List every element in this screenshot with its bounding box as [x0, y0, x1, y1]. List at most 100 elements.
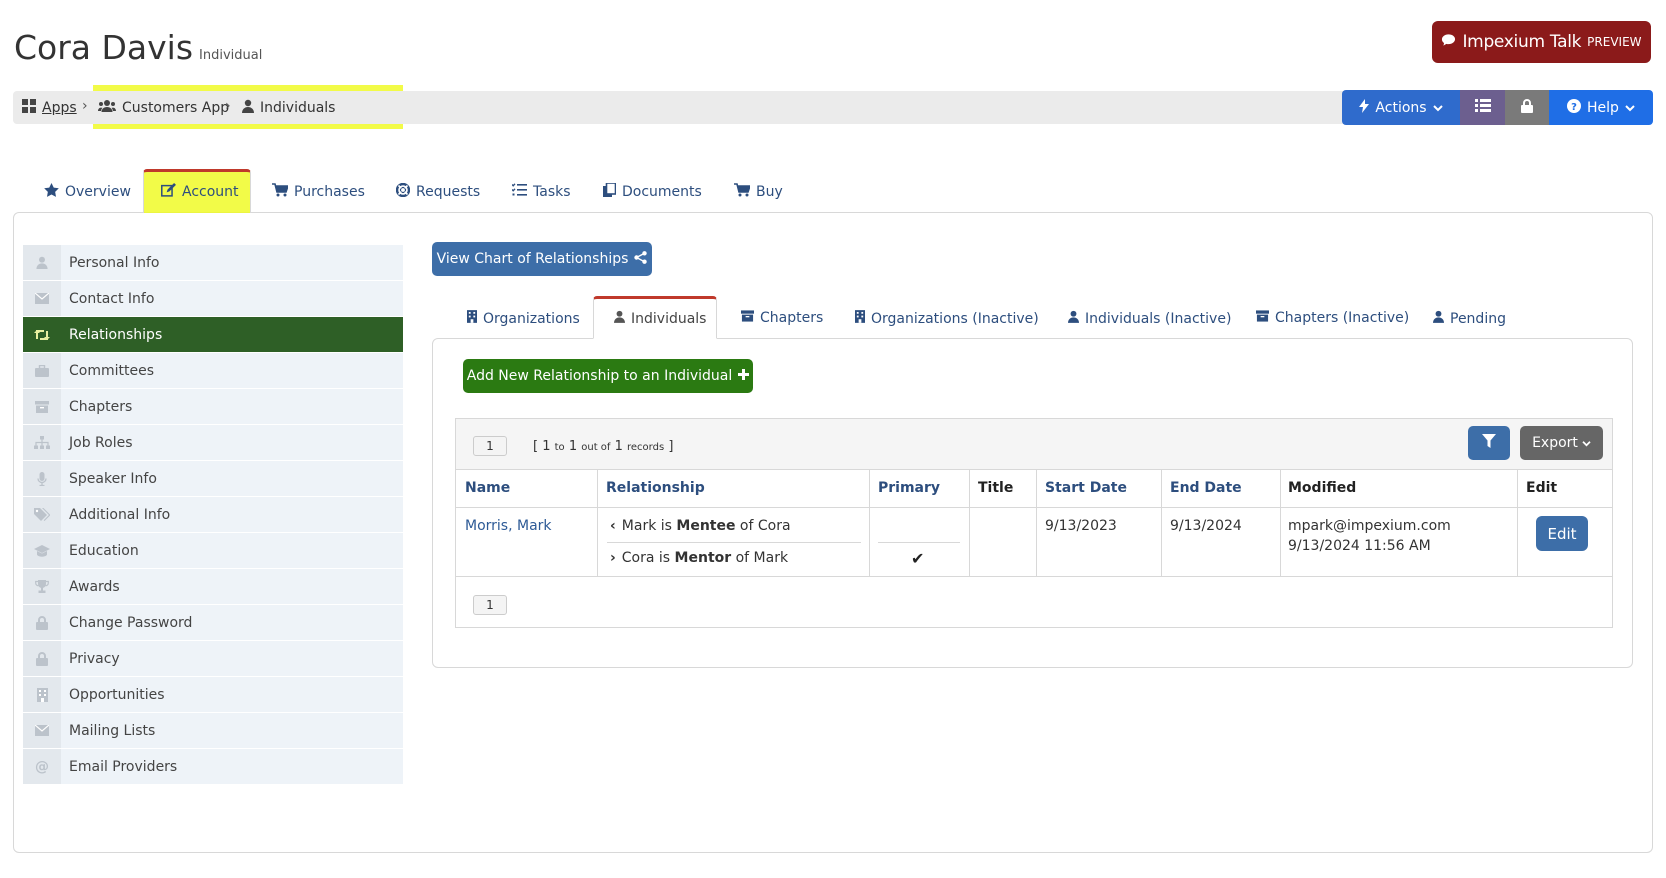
tab-account-label: Account — [182, 184, 239, 200]
sidebar-item-personal-info[interactable]: Personal Info — [23, 245, 403, 281]
svg-text:?: ? — [1571, 102, 1577, 113]
subtab-chapters[interactable]: Chapters — [741, 310, 823, 326]
sidebar-item-job-roles[interactable]: Job Roles — [23, 425, 403, 461]
th-icon — [22, 99, 36, 117]
sidebar-item-awards[interactable]: Awards — [23, 569, 403, 605]
subtab-individuals[interactable]: Individuals — [614, 310, 706, 327]
sidebar-item-committees[interactable]: Committees — [23, 353, 403, 389]
sidebar-item-opportunities[interactable]: Opportunities — [23, 677, 403, 713]
tab-tasks-label: Tasks — [533, 183, 571, 200]
sidebar-item-label: Awards — [69, 578, 120, 595]
col-divider — [969, 469, 970, 576]
chevron-right-icon: › — [610, 550, 616, 566]
at-icon: @ — [23, 749, 61, 784]
subtab-label: Chapters — [760, 310, 824, 326]
filter-button[interactable] — [1468, 426, 1510, 460]
breadcrumb-customers-app[interactable]: Customers App — [98, 99, 229, 117]
help-button[interactable]: ? Help — [1549, 90, 1653, 125]
breadcrumb-customers-app-label[interactable]: Customers App — [122, 100, 229, 116]
grid-header-top-border — [456, 469, 1612, 470]
page-title: Cora Davis Individual — [14, 28, 262, 67]
subtab-individuals-inactive[interactable]: Individuals (Inactive) — [1068, 310, 1231, 327]
edit-button[interactable]: Edit — [1536, 516, 1588, 551]
page-number-bottom[interactable]: 1 — [473, 595, 507, 615]
col-header-edit: Edit — [1526, 480, 1558, 496]
rel1-subject: Mark is — [621, 518, 672, 534]
subtab-organizations-inactive[interactable]: Organizations (Inactive) — [855, 310, 1039, 327]
relationship-divider — [607, 542, 861, 543]
col-header-modified: Modified — [1288, 480, 1357, 496]
col-header-end-date[interactable]: End Date — [1170, 480, 1242, 496]
user-icon — [1068, 310, 1079, 327]
col-header-primary[interactable]: Primary — [878, 480, 940, 496]
page-number-top[interactable]: 1 — [473, 436, 507, 456]
breadcrumb-apps-label[interactable]: Apps — [42, 100, 77, 116]
sidebar-item-privacy[interactable]: Privacy — [23, 641, 403, 677]
actions-button[interactable]: Actions — [1342, 90, 1460, 125]
share-alt-icon — [634, 250, 648, 268]
sidebar-item-email-providers[interactable]: @ Email Providers — [23, 749, 403, 785]
subtab-pending[interactable]: Pending — [1433, 310, 1506, 327]
rel2-role: Mentor — [674, 550, 732, 566]
row-name-link[interactable]: Morris, Mark — [465, 518, 552, 534]
export-button[interactable]: Export — [1520, 426, 1603, 460]
relationship-line-2: › Cora is Mentor of Mark — [610, 550, 788, 566]
copy-icon — [603, 182, 617, 201]
records-summary: [ 1 to 1 out of 1 records ] — [533, 439, 673, 454]
sidebar-item-change-password[interactable]: Change Password — [23, 605, 403, 641]
sidebar-item-label: Chapters — [69, 398, 133, 415]
subtab-organizations[interactable]: Organizations — [467, 310, 580, 327]
chevron-right-icon: › — [82, 98, 88, 114]
user-icon — [1433, 310, 1444, 327]
sidebar-item-contact-info[interactable]: Contact Info — [23, 281, 403, 317]
records-label: records — [627, 442, 665, 453]
tab-tasks[interactable]: Tasks — [511, 183, 571, 200]
user-icon — [242, 99, 254, 117]
customer-name: Cora Davis — [14, 28, 194, 67]
shopping-cart-icon — [272, 183, 290, 201]
sidebar-item-mailing-lists[interactable]: Mailing Lists — [23, 713, 403, 749]
lock-button[interactable] — [1505, 90, 1549, 125]
tab-overview-label: Overview — [65, 184, 131, 200]
list-button[interactable] — [1460, 90, 1505, 125]
tab-requests[interactable]: Requests — [395, 182, 480, 201]
row-start-date: 9/13/2023 — [1045, 518, 1117, 534]
help-label: Help — [1587, 99, 1619, 116]
filter-icon — [1482, 434, 1496, 452]
view-chart-button[interactable]: View Chart of Relationships — [432, 242, 652, 276]
col-divider — [1161, 469, 1162, 576]
list-icon — [1474, 99, 1491, 116]
tab-buy[interactable]: Buy — [734, 183, 783, 201]
actions-label: Actions — [1375, 99, 1427, 116]
comment-icon — [1441, 32, 1456, 52]
tab-documents[interactable]: Documents — [603, 182, 702, 201]
customer-type: Individual — [199, 48, 263, 63]
rel1-role: Mentee — [676, 518, 736, 534]
add-relationship-button[interactable]: Add New Relationship to an Individual — [463, 359, 753, 393]
col-header-name[interactable]: Name — [465, 480, 510, 496]
grid-row-bottom-border — [456, 576, 1612, 577]
breadcrumb-apps[interactable]: Apps — [22, 99, 77, 117]
records-out-of-label: out of — [581, 442, 611, 453]
impexium-talk-button[interactable]: Impexium Talk PREVIEW — [1432, 21, 1651, 63]
view-chart-label: View Chart of Relationships — [436, 251, 629, 267]
chevron-left-icon: ‹ — [610, 518, 616, 534]
user-icon — [614, 310, 625, 327]
breadcrumb-individuals[interactable]: Individuals — [242, 99, 335, 117]
col-header-relationship[interactable]: Relationship — [606, 480, 705, 496]
col-divider — [1517, 469, 1518, 576]
tab-account[interactable]: Account — [161, 183, 239, 201]
subtab-chapters-inactive[interactable]: Chapters (Inactive) — [1256, 310, 1409, 326]
relationship-line-1: ‹ Mark is Mentee of Cora — [610, 518, 791, 534]
tab-purchases[interactable]: Purchases — [272, 183, 365, 201]
sidebar-item-relationships[interactable]: Relationships — [23, 317, 403, 353]
col-header-start-date[interactable]: Start Date — [1045, 480, 1127, 496]
bolt-icon — [1359, 98, 1370, 117]
sidebar-item-speaker-info[interactable]: Speaker Info — [23, 461, 403, 497]
shopping-cart-icon — [734, 183, 752, 201]
sidebar-item-chapters[interactable]: Chapters — [23, 389, 403, 425]
sidebar-item-additional-info[interactable]: Additional Info — [23, 497, 403, 533]
rel1-object: of Cora — [739, 518, 791, 534]
tab-overview[interactable]: Overview — [44, 183, 131, 201]
sidebar-item-education[interactable]: Education — [23, 533, 403, 569]
